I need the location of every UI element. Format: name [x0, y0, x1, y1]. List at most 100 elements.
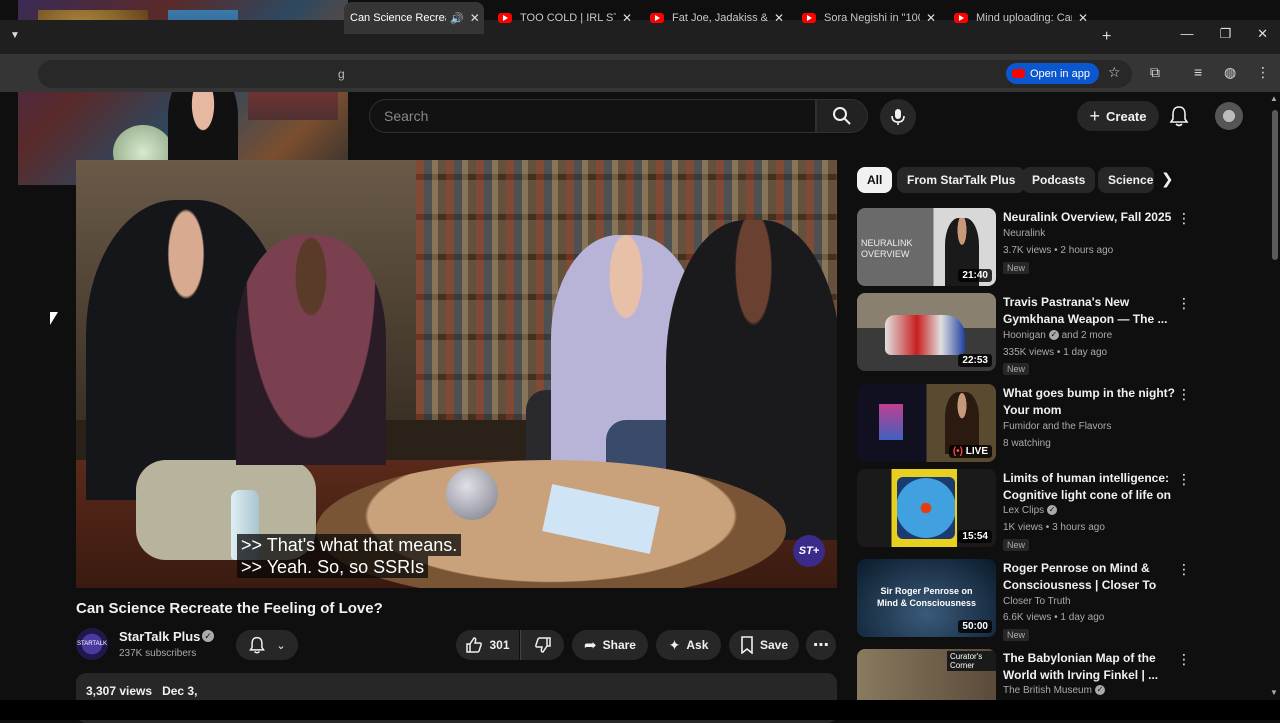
chip-podcasts[interactable]: Podcasts	[1022, 167, 1096, 193]
youtube-favicon-icon	[802, 13, 816, 23]
minimize-button[interactable]: —	[1180, 26, 1193, 42]
recommended-channel[interactable]: The British Museum ✓	[1003, 685, 1105, 696]
channel-avatar[interactable]: STARTALK	[76, 628, 108, 660]
new-badge: New	[1003, 363, 1030, 375]
recommended-channel[interactable]: Hoonigan ✓ and 2 more	[1003, 330, 1112, 341]
notifications-button[interactable]	[1168, 104, 1190, 133]
recommended-channel[interactable]: Neuralink	[1003, 228, 1045, 239]
new-tab-button[interactable]: +	[1102, 28, 1111, 46]
tab-title: TOO COLD | IRL STREAM	[520, 12, 616, 24]
scene-person	[236, 235, 386, 465]
more-vertical-icon[interactable]: ⋮	[1177, 386, 1191, 403]
recommended-video[interactable]: LIVE What goes bump in the night? Your m…	[857, 384, 1191, 464]
video-thumbnail[interactable]: NEURALINK OVERVIEW 21:40	[857, 208, 996, 286]
video-thumbnail[interactable]: LIVE	[857, 384, 996, 462]
save-label: Save	[759, 638, 789, 652]
tab-close-icon[interactable]: ✕	[926, 11, 936, 25]
recommended-video[interactable]: 22:53 Travis Pastrana's New Gymkhana Wea…	[857, 293, 1191, 375]
thumbs-up-icon	[466, 637, 483, 653]
more-vertical-icon[interactable]: ⋮	[1177, 295, 1191, 312]
tab-close-icon[interactable]: ✕	[470, 11, 480, 25]
search-button[interactable]	[816, 99, 868, 133]
profile-icon[interactable]: ◍	[1224, 64, 1236, 81]
video-thumbnail[interactable]: 22:53	[857, 293, 996, 371]
share-button[interactable]: ➦ Share	[572, 630, 648, 660]
video-thumbnail[interactable]: 15:54	[857, 469, 996, 547]
recommended-video[interactable]: Curator's Corner The Babylonian Map of t…	[857, 649, 1187, 700]
restore-button[interactable]: ❐	[1219, 26, 1231, 42]
recommended-title[interactable]: Limits of human intelligence: Cognitive …	[1003, 470, 1175, 504]
video-thumbnail[interactable]: Sir Roger Penrose on Mind & Consciousnes…	[857, 559, 996, 637]
chip-all[interactable]: All	[857, 167, 893, 193]
voice-search-button[interactable]	[880, 99, 916, 135]
dislike-button[interactable]	[520, 630, 564, 660]
save-button[interactable]: Save	[729, 630, 799, 660]
bookmark-icon	[741, 636, 753, 654]
recommended-video[interactable]: NEURALINK OVERVIEW 21:40 Neuralink Overv…	[857, 208, 1191, 288]
tab-title: Fat Joe, Jadakiss & Busta	[672, 12, 768, 24]
chip-from-startalk-plus[interactable]: From StarTalk Plus	[897, 167, 1026, 193]
open-in-app-button[interactable]: Open in app	[1006, 63, 1099, 84]
recommended-channel[interactable]: Closer To Truth	[1003, 596, 1071, 607]
audio-playing-icon[interactable]: 🔊	[450, 12, 464, 25]
tab-close-icon[interactable]: ✕	[1078, 11, 1088, 25]
video-thumbnail[interactable]: Curator's Corner	[857, 649, 996, 700]
tab-search-icon[interactable]: ▼	[10, 30, 20, 41]
youtube-logo-icon	[1012, 69, 1025, 78]
scrollbar-thumb[interactable]	[1272, 110, 1278, 260]
more-actions-button[interactable]: ⋯	[806, 630, 836, 660]
create-button[interactable]: + Create	[1077, 101, 1159, 131]
chevron-right-icon[interactable]: ❯	[1161, 170, 1174, 188]
browser-tab[interactable]: Fat Joe, Jadakiss & Busta ✕	[644, 4, 794, 32]
thumbnail-car	[885, 315, 965, 355]
media-controls-icon[interactable]: ≡	[1194, 64, 1202, 80]
search-input[interactable]: Search	[369, 99, 816, 133]
window-controls: — ❐ ✕	[1180, 26, 1280, 42]
caption-line: >> Yeah. So, so SSRIs	[237, 556, 429, 578]
recommended-title[interactable]: Travis Pastrana's New Gymkhana Weapon — …	[1003, 294, 1175, 328]
more-horizontal-icon: ⋯	[813, 637, 829, 654]
tab-close-icon[interactable]: ✕	[622, 11, 632, 25]
browser-tab[interactable]: Sora Negishi in "100 Days ✕	[796, 4, 946, 32]
mouse-cursor-icon	[50, 312, 58, 325]
scroll-down-icon[interactable]: ▼	[1270, 688, 1278, 697]
account-avatar[interactable]	[1215, 102, 1243, 130]
browser-tab[interactable]: TOO COLD | IRL STREAM ✕	[492, 4, 642, 32]
channel-name-text: Hoonigan	[1003, 330, 1046, 341]
recommended-meta: 3.7K views • 2 hours ago	[1003, 245, 1114, 256]
browser-tab-active[interactable]: Can Science Recreate the Feeling of Love…	[344, 2, 484, 34]
more-vertical-icon[interactable]: ⋮	[1177, 471, 1191, 488]
recommended-title[interactable]: Neuralink Overview, Fall 2025	[1003, 209, 1175, 226]
recommended-channel[interactable]: Fumidor and the Flavors	[1003, 421, 1111, 432]
chip-science[interactable]: Science	[1098, 167, 1154, 193]
thumbnail-text: Sir Roger Penrose on Mind & Consciousnes…	[876, 586, 976, 608]
bookmark-star-icon[interactable]: ☆	[1108, 64, 1121, 81]
live-badge: LIVE	[948, 445, 992, 458]
scroll-up-icon[interactable]: ▲	[1270, 94, 1278, 103]
bottom-bar	[0, 700, 1280, 720]
recommended-title[interactable]: The Babylonian Map of the World with Irv…	[1003, 650, 1175, 684]
recommended-title[interactable]: Roger Penrose on Mind & Consciousness | …	[1003, 560, 1175, 594]
close-window-button[interactable]: ✕	[1257, 26, 1268, 42]
verified-icon: ✓	[1048, 330, 1059, 341]
like-button[interactable]: 301	[456, 630, 519, 660]
extensions-icon[interactable]: ⧉	[1150, 64, 1160, 81]
address-bar[interactable]: g	[38, 60, 1132, 88]
channel-name[interactable]: StarTalk Plus	[119, 629, 200, 644]
browser-tab[interactable]: Mind uploading: Can we ✕	[948, 4, 1098, 32]
subscribed-notifications-button[interactable]: ⌄	[236, 630, 298, 660]
recommended-video[interactable]: 15:54 Limits of human intelligence: Cogn…	[857, 469, 1191, 551]
scene-crystal-ball	[446, 468, 498, 520]
tab-close-icon[interactable]: ✕	[774, 11, 784, 25]
more-vertical-icon[interactable]: ⋮	[1177, 651, 1187, 668]
ask-button[interactable]: ✦ Ask	[656, 630, 721, 660]
recommended-channel[interactable]: Lex Clips ✓	[1003, 505, 1058, 516]
more-vertical-icon[interactable]: ⋮	[1177, 210, 1191, 227]
more-vertical-icon[interactable]: ⋮	[1177, 561, 1191, 578]
recommended-video[interactable]: Sir Roger Penrose on Mind & Consciousnes…	[857, 559, 1191, 641]
browser-menu-icon[interactable]: ⋮	[1256, 64, 1270, 81]
video-player[interactable]	[76, 160, 837, 588]
channel-watermark-icon[interactable]: ST+	[793, 535, 825, 567]
bell-icon	[249, 636, 266, 654]
recommended-title[interactable]: What goes bump in the night? Your mom	[1003, 385, 1175, 419]
